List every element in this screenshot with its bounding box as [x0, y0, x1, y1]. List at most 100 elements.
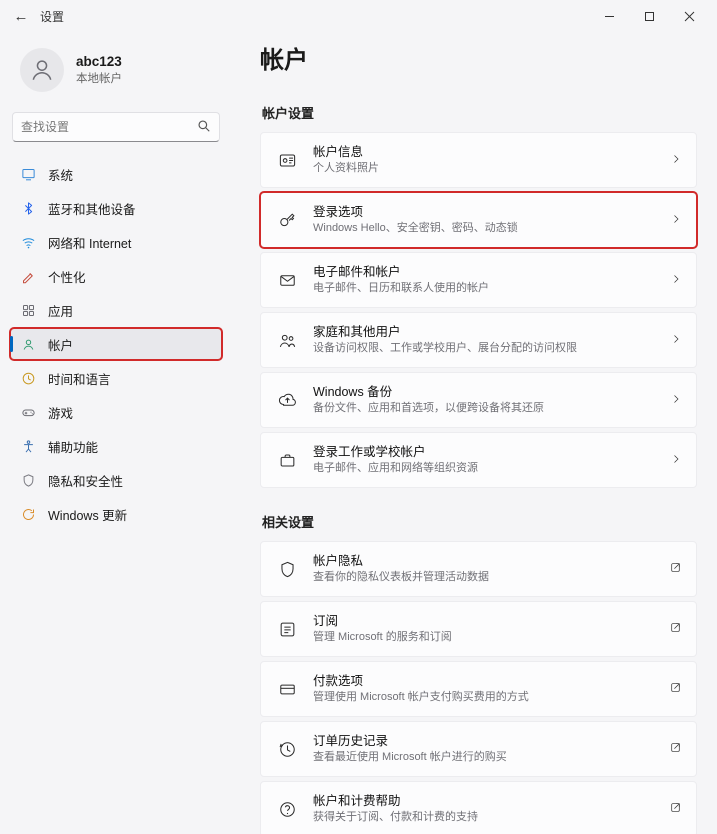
sidebar-item-label: 隐私和安全性 [48, 471, 123, 490]
card-title: 订阅 [313, 613, 655, 630]
nav-list: 系统 蓝牙和其他设备 网络和 Internet 个性化 应用 帐户 时间和语言 … [8, 158, 224, 530]
card-family[interactable]: 家庭和其他用户 设备访问权限、工作或学校用户、展台分配的访问权限 [260, 312, 697, 368]
card-title: 帐户和计费帮助 [313, 793, 655, 810]
card-subtitle: 电子邮件、应用和网络等组织资源 [313, 461, 656, 476]
card-work[interactable]: 登录工作或学校帐户 电子邮件、应用和网络等组织资源 [260, 432, 697, 488]
sidebar-item-label: 网络和 Internet [48, 233, 131, 252]
main-content: 帐户 帐户设置 帐户信息 个人资料照片 登录选项 Windows Hello、安… [232, 32, 717, 834]
card-email[interactable]: 电子邮件和帐户 电子邮件、日历和联系人使用的帐户 [260, 252, 697, 308]
card-subtitle: 电子邮件、日历和联系人使用的帐户 [313, 281, 656, 296]
sidebar-item-system[interactable]: 系统 [10, 158, 222, 190]
cards-related: 帐户隐私 查看你的隐私仪表板并管理活动数据 订阅 管理 Microsoft 的服… [260, 541, 697, 834]
card-subtitle: Windows Hello、安全密钥、密码、动态锁 [313, 221, 656, 236]
section-label-settings: 帐户设置 [262, 103, 697, 122]
card-title: 登录选项 [313, 204, 656, 221]
external-link-icon [669, 621, 682, 637]
sidebar-item-apps[interactable]: 应用 [10, 294, 222, 326]
sidebar-item-label: 应用 [48, 301, 73, 320]
sidebar-item-access[interactable]: 辅助功能 [10, 430, 222, 462]
chevron-right-icon [670, 393, 682, 408]
window-title: 设置 [40, 8, 64, 25]
page-title: 帐户 [260, 40, 697, 75]
section-label-related: 相关设置 [262, 512, 697, 531]
signin-icon [275, 208, 299, 232]
card-title: 帐户隐私 [313, 553, 655, 570]
card-backup[interactable]: Windows 备份 备份文件、应用和首选项，以便跨设备将其还原 [260, 372, 697, 428]
orders-icon [275, 737, 299, 761]
cards-settings: 帐户信息 个人资料照片 登录选项 Windows Hello、安全密钥、密码、动… [260, 132, 697, 488]
time-icon [20, 370, 36, 386]
access-icon [20, 438, 36, 454]
card-title: 订单历史记录 [313, 733, 655, 750]
card-title: Windows 备份 [313, 384, 656, 401]
update-icon [20, 506, 36, 522]
email-icon [275, 268, 299, 292]
billing-icon [275, 797, 299, 821]
card-subtitle: 备份文件、应用和首选项，以便跨设备将其还原 [313, 401, 656, 416]
sidebar-item-update[interactable]: Windows 更新 [10, 498, 222, 530]
card-subs[interactable]: 订阅 管理 Microsoft 的服务和订阅 [260, 601, 697, 657]
external-link-icon [669, 561, 682, 577]
user-profile[interactable]: abc123 本地帐户 [8, 40, 224, 100]
external-link-icon [669, 801, 682, 817]
card-subtitle: 个人资料照片 [313, 161, 656, 176]
external-link-icon [669, 681, 682, 697]
subs-icon [275, 617, 299, 641]
pay-icon [275, 677, 299, 701]
family-icon [275, 328, 299, 352]
card-signin[interactable]: 登录选项 Windows Hello、安全密钥、密码、动态锁 [260, 192, 697, 248]
maximize-button[interactable] [629, 2, 669, 30]
sidebar-item-personal[interactable]: 个性化 [10, 260, 222, 292]
card-billing[interactable]: 帐户和计费帮助 获得关于订阅、付款和计费的支持 [260, 781, 697, 834]
user-subtitle: 本地帐户 [76, 70, 122, 86]
card-title: 帐户信息 [313, 144, 656, 161]
sidebar-item-label: 帐户 [48, 335, 73, 354]
search-icon [197, 119, 211, 136]
gaming-icon [20, 404, 36, 420]
sidebar-item-label: 时间和语言 [48, 369, 111, 388]
titlebar: ← 设置 [0, 0, 717, 32]
work-icon [275, 448, 299, 472]
backup-icon [275, 388, 299, 412]
sidebar-item-label: 系统 [48, 165, 73, 184]
chevron-right-icon [670, 453, 682, 468]
sidebar-item-label: 游戏 [48, 403, 73, 422]
card-subtitle: 管理使用 Microsoft 帐户支付购买费用的方式 [313, 690, 655, 705]
card-pay[interactable]: 付款选项 管理使用 Microsoft 帐户支付购买费用的方式 [260, 661, 697, 717]
privacy-icon [275, 557, 299, 581]
chevron-right-icon [670, 273, 682, 288]
sidebar-item-gaming[interactable]: 游戏 [10, 396, 222, 428]
user-name: abc123 [76, 54, 122, 69]
chevron-right-icon [670, 213, 682, 228]
sidebar-item-network[interactable]: 网络和 Internet [10, 226, 222, 258]
sidebar-item-label: Windows 更新 [48, 505, 127, 524]
external-link-icon [669, 741, 682, 757]
system-icon [20, 166, 36, 182]
personal-icon [20, 268, 36, 284]
chevron-right-icon [670, 333, 682, 348]
sidebar-item-bluetooth[interactable]: 蓝牙和其他设备 [10, 192, 222, 224]
search-input[interactable] [12, 112, 220, 142]
card-title: 家庭和其他用户 [313, 324, 656, 341]
card-info[interactable]: 帐户信息 个人资料照片 [260, 132, 697, 188]
card-subtitle: 设备访问权限、工作或学校用户、展台分配的访问权限 [313, 341, 656, 356]
card-subtitle: 管理 Microsoft 的服务和订阅 [313, 630, 655, 645]
card-privacy[interactable]: 帐户隐私 查看你的隐私仪表板并管理活动数据 [260, 541, 697, 597]
card-orders[interactable]: 订单历史记录 查看最近使用 Microsoft 帐户进行的购买 [260, 721, 697, 777]
avatar [20, 48, 64, 92]
sidebar-item-accounts[interactable]: 帐户 [10, 328, 222, 360]
minimize-button[interactable] [589, 2, 629, 30]
chevron-right-icon [670, 153, 682, 168]
sidebar-item-label: 蓝牙和其他设备 [48, 199, 136, 218]
privacy-icon [20, 472, 36, 488]
bluetooth-icon [20, 200, 36, 216]
card-subtitle: 查看最近使用 Microsoft 帐户进行的购买 [313, 750, 655, 765]
sidebar-item-privacy[interactable]: 隐私和安全性 [10, 464, 222, 496]
sidebar-item-time[interactable]: 时间和语言 [10, 362, 222, 394]
back-button[interactable]: ← [8, 3, 34, 29]
network-icon [20, 234, 36, 250]
search-field[interactable] [21, 120, 197, 134]
apps-icon [20, 302, 36, 318]
close-button[interactable] [669, 2, 709, 30]
card-title: 电子邮件和帐户 [313, 264, 656, 281]
